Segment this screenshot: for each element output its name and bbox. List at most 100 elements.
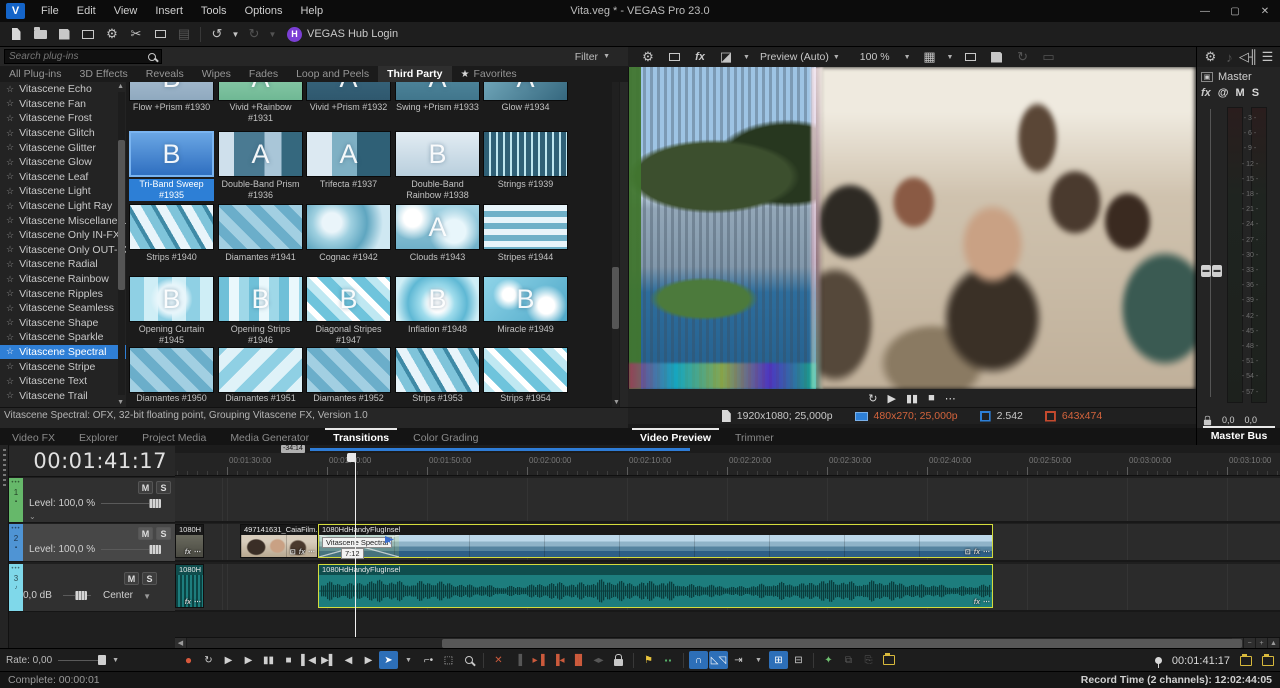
preset-caption[interactable]: Vivid +Rainbow #1931 [218, 102, 303, 124]
master-fx-button[interactable]: fx [1201, 87, 1211, 99]
transition-preset-strips-1940[interactable] [129, 204, 214, 250]
preset-caption[interactable]: Tri-Band Sweep #1935 [129, 179, 214, 201]
preview-pause-icon[interactable]: ▮▮ [906, 392, 918, 405]
transition-preset-diamantes-1941[interactable] [218, 204, 303, 250]
trim-end-button[interactable]: ▐◂ [549, 651, 568, 669]
favorite-star-icon[interactable]: ☆ [6, 98, 14, 109]
preview-play-icon[interactable]: ▶ [887, 392, 895, 405]
record-time-icon[interactable] [1240, 656, 1252, 666]
plugin-group-vitascene-miscellaneous[interactable]: ☆Vitascene Miscellaneous [0, 213, 126, 228]
track1-level-slider[interactable] [101, 503, 155, 504]
plugin-group-vitascene-rainbow[interactable]: ☆Vitascene Rainbow [0, 272, 126, 287]
plugin-tab-loop-and-peels[interactable]: Loop and Peels [287, 66, 378, 82]
preset-caption[interactable]: Strips #1940 [129, 252, 214, 274]
plugin-group-vitascene-text[interactable]: ☆Vitascene Text [0, 374, 126, 389]
transition-preset-trifecta-1937[interactable]: A [306, 131, 391, 177]
preset-caption[interactable]: Diamantes #1950 [129, 393, 214, 407]
transition-preset-miracle-1949[interactable]: B [483, 276, 568, 322]
loop-playback-button[interactable]: ↻ [199, 651, 218, 669]
transition-preset-double-band-rainbow-1938[interactable]: B [395, 131, 480, 177]
playhead-cap[interactable] [347, 453, 356, 462]
plugin-tab-reveals[interactable]: Reveals [137, 66, 193, 82]
transition-preset-tri-band-sweep-1935[interactable]: B [129, 131, 214, 177]
preset-caption[interactable]: Swing +Prism #1933 [395, 102, 480, 124]
favorite-star-icon[interactable]: ☆ [6, 215, 14, 226]
favorite-star-icon[interactable]: ☆ [6, 142, 14, 153]
track3-color-strip[interactable]: •••3♪ [9, 564, 23, 611]
timeline-grip[interactable] [0, 445, 9, 648]
preview-loop-icon[interactable]: ↻ [868, 392, 877, 405]
lock-event-button[interactable] [609, 651, 628, 669]
track3-dropdown-icon[interactable]: ▼ [143, 592, 151, 601]
track1-solo-button[interactable]: S [156, 481, 171, 494]
plugin-group-vitascene-spectral[interactable]: ☆Vitascene Spectral [0, 345, 126, 360]
next-frame-button[interactable]: ▶ [359, 651, 378, 669]
split-screen-dropdown-icon[interactable]: ▼ [740, 47, 753, 68]
insert-marker-button[interactable]: ⚑ [639, 651, 658, 669]
go-to-end-button[interactable]: ▶▌ [319, 651, 338, 669]
transition-preset-diagonal-stripes-1947[interactable]: B [306, 276, 391, 322]
undo-dropdown-icon[interactable]: ▼ [229, 24, 242, 45]
transition-preset-opening-curtain-1945[interactable]: B [129, 276, 214, 322]
clip-handyfluginsel-audio[interactable]: 1080HdHandyFlugInsel fx⋯ [318, 564, 993, 608]
plugin-group-vitascene-radial[interactable]: ☆Vitascene Radial [0, 257, 126, 272]
grid-overlay-icon[interactable]: ▦ [918, 47, 942, 68]
zoom-tool-button[interactable] [459, 651, 478, 669]
favorite-star-icon[interactable]: ☆ [6, 259, 14, 270]
ignore-grouping-button[interactable]: ⊞ [769, 651, 788, 669]
menu-tools[interactable]: Tools [192, 0, 236, 22]
play-from-start-button[interactable]: ▶ [219, 651, 238, 669]
preset-caption[interactable]: Opening Curtain #1945 [129, 324, 214, 346]
plugin-group-vitascene-light[interactable]: ☆Vitascene Light [0, 184, 126, 199]
transition-preset-opening-strips-1946[interactable]: B [218, 276, 303, 322]
plugin-group-vitascene-glow[interactable]: ☆Vitascene Glow [0, 155, 126, 170]
plugin-tab-wipes[interactable]: Wipes [193, 66, 240, 82]
rate-slider[interactable] [58, 660, 106, 661]
speaker-icon[interactable]: ◁╢ [1241, 47, 1257, 68]
track1-mute-button[interactable]: M [138, 481, 153, 494]
favorite-star-icon[interactable]: ☆ [6, 274, 14, 285]
delete-button[interactable]: ✕ [489, 651, 508, 669]
stop-button[interactable]: ■ [279, 651, 298, 669]
playhead[interactable] [355, 453, 356, 637]
preset-caption[interactable]: Double-Band Prism #1936 [218, 179, 303, 201]
list-scrollbar[interactable] [118, 92, 125, 395]
clip-caiafilm[interactable]: 497141631_CaiaFilm. ⊡fx⋯ [240, 524, 318, 558]
vscroll-up-icon[interactable]: ▲ [1268, 638, 1280, 649]
plugin-tab-favorites[interactable]: ★Favorites [452, 66, 526, 82]
track2-level-handle[interactable] [149, 545, 161, 554]
zoom-out-icon[interactable]: − [1244, 638, 1256, 649]
tab-master-bus[interactable]: Master Bus [1199, 428, 1280, 443]
menu-edit[interactable]: Edit [68, 0, 105, 22]
preset-caption[interactable]: Diamantes #1941 [218, 252, 303, 274]
selection-tool-button[interactable]: ⬚ [439, 651, 458, 669]
favorite-star-icon[interactable]: ☆ [6, 113, 14, 124]
timeline-ruler[interactable]: 00:01:30:0000:01:40:0000:01:50:0000:02:0… [175, 453, 1280, 476]
tab-transitions[interactable]: Transitions [321, 430, 401, 445]
save-project-icon[interactable] [52, 24, 76, 45]
zoom-in-icon[interactable]: + [1256, 638, 1268, 649]
menu-insert[interactable]: Insert [146, 0, 192, 22]
loop-region-row[interactable]: -34:14 [175, 445, 1280, 453]
track-header-3[interactable]: •••3♪ M S ▼ 0,0 dB Center [9, 564, 175, 612]
tab-video-fx[interactable]: Video FX [0, 430, 67, 445]
transition-preset-double-band-prism-1936[interactable]: A [218, 131, 303, 177]
favorite-star-icon[interactable]: ☆ [6, 390, 14, 401]
track-lane-1[interactable] [175, 478, 1280, 523]
tab-trimmer[interactable]: Trimmer [723, 430, 786, 445]
preset-caption[interactable]: Strings #1939 [483, 179, 568, 201]
timeline-hscrollbar[interactable]: ◀ ▶ − + ▲ [175, 637, 1280, 648]
favorite-star-icon[interactable]: ☆ [6, 157, 14, 168]
track2-mute-button[interactable]: M [138, 527, 153, 540]
track-lane-2[interactable]: 1080H fx⋯ 497141631_CaiaFilm. ⊡fx⋯ 1080H… [175, 524, 1280, 562]
favorite-star-icon[interactable]: ☆ [6, 332, 14, 343]
preset-caption[interactable]: Strips #1954 [483, 393, 568, 407]
plugin-group-vitascene-only-in-fx[interactable]: ☆Vitascene Only IN-FX [0, 228, 126, 243]
transition-preset-glow-1934[interactable]: A [483, 82, 568, 101]
save-snapshot-icon[interactable] [985, 47, 1009, 68]
plugin-group-vitascene-echo[interactable]: ☆Vitascene Echo [0, 82, 126, 97]
trim-start-button[interactable]: ▸▐ [529, 651, 548, 669]
record-button[interactable]: ● [179, 651, 198, 669]
plugin-group-vitascene-seamless[interactable]: ☆Vitascene Seamless [0, 301, 126, 316]
transition-preset-inflation-1948[interactable]: B [395, 276, 480, 322]
